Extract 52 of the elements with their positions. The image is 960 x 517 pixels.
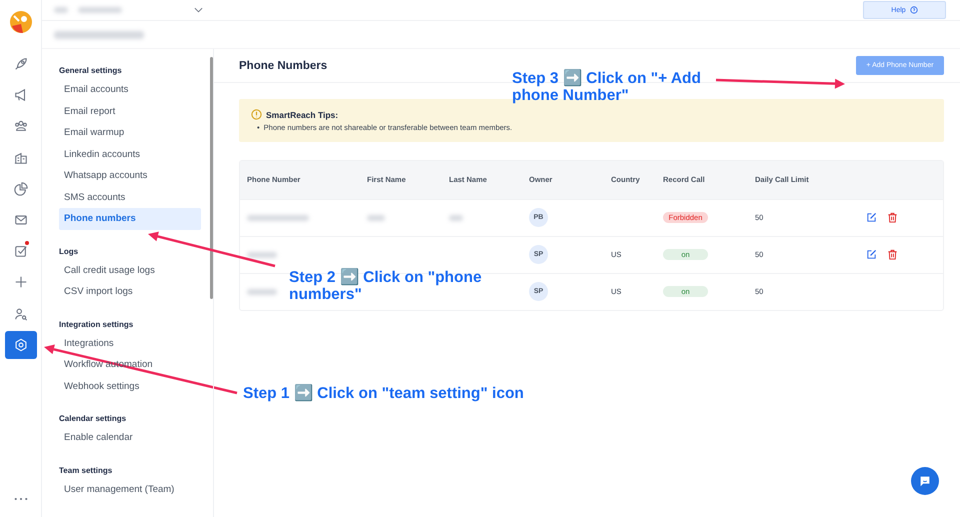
- settings-menu-item[interactable]: Enable calendar: [59, 427, 201, 448]
- step-annotation: Step 1 ➡ Click on "team setting" icon: [243, 385, 525, 402]
- chat-icon: [918, 474, 932, 488]
- settings-menu-item[interactable]: Webhook settings: [59, 376, 201, 397]
- mail-icon: [14, 212, 28, 227]
- blurred-text: [247, 214, 309, 221]
- section-heading: Calendar settings: [59, 414, 128, 423]
- logo-icon: [8, 10, 32, 34]
- edit-icon[interactable]: [866, 212, 877, 224]
- people-icon: [14, 119, 28, 134]
- settings-menu-item[interactable]: Phone numbers: [59, 208, 201, 230]
- settings-menu-item[interactable]: SMS accounts: [59, 186, 201, 208]
- page-title: Phone Numbers: [239, 60, 328, 72]
- section-heading: Logs: [59, 246, 80, 256]
- section-heading: Team settings: [59, 466, 114, 474]
- settings-icon: [14, 338, 28, 352]
- section-heading: General settings: [59, 66, 123, 75]
- chat-button[interactable]: [911, 467, 939, 495]
- settings-menu-item[interactable]: Email accounts: [59, 79, 201, 100]
- building-icon: [14, 150, 28, 165]
- scrollbar[interactable]: [210, 57, 213, 299]
- plus-icon: [14, 275, 28, 290]
- more-icon[interactable]: [14, 497, 28, 501]
- user-search-icon: [14, 306, 28, 320]
- chevron-down-icon[interactable]: [194, 7, 203, 14]
- blurred-text: [247, 252, 277, 258]
- settings-menu-item[interactable]: Integrations: [59, 332, 201, 354]
- nav-button[interactable]: [4, 330, 36, 359]
- section-heading: Integration settings: [59, 320, 134, 328]
- blurred-text: [367, 214, 385, 221]
- step-annotation: Step 3 ➡ Click on "+ Add phone Number": [512, 70, 702, 104]
- blurred-text: [247, 288, 277, 295]
- settings-menu-item[interactable]: Linkedin accounts: [59, 144, 201, 165]
- edit-icon[interactable]: [866, 249, 877, 260]
- warning-icon: [251, 109, 262, 120]
- step-annotation: Step 2 ➡ Click on "phone numbers": [289, 269, 483, 304]
- rocket-icon: [14, 57, 28, 71]
- settings-menu-item[interactable]: User management (Team): [59, 478, 201, 500]
- help-icon: [910, 6, 918, 14]
- delete-icon[interactable]: [887, 249, 898, 260]
- settings-menu-item[interactable]: Call credit usage logs: [59, 260, 201, 281]
- notification-dot: [24, 241, 28, 246]
- megaphone-icon: [14, 88, 28, 102]
- tips-title: SmartReach Tips:: [266, 110, 338, 120]
- delete-icon[interactable]: [887, 212, 898, 224]
- settings-menu-item[interactable]: Whatsapp accounts: [59, 165, 201, 186]
- settings-menu-item[interactable]: CSV import logs: [59, 281, 201, 302]
- task-icon: [14, 244, 28, 258]
- settings-menu-item[interactable]: Email report: [59, 100, 201, 122]
- blurred-text: [449, 214, 463, 221]
- pie-icon: [14, 182, 28, 196]
- settings-menu-item[interactable]: Email warmup: [59, 122, 201, 144]
